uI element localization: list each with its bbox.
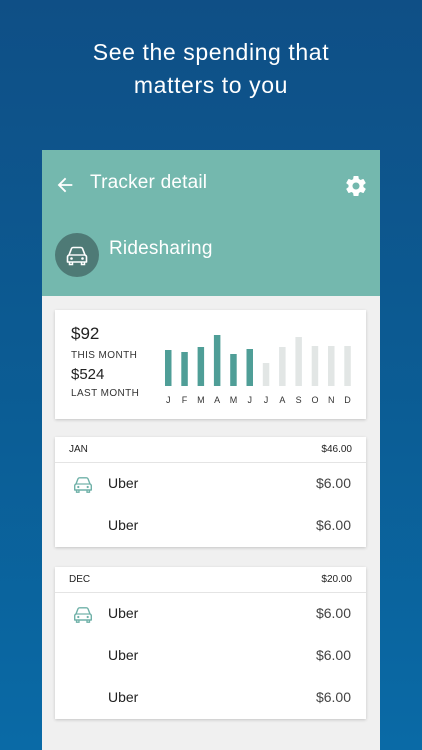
month-tick-label: M [197, 395, 205, 405]
group-month: JAN [69, 444, 88, 455]
month-tick-label: S [296, 395, 302, 405]
merchant-name: Uber [108, 647, 139, 663]
last-month-amount: $524 [71, 366, 105, 383]
car-icon [74, 607, 92, 623]
group-total: $20.00 [321, 574, 352, 585]
bar-4 [230, 354, 237, 386]
month-tick-label: D [344, 395, 351, 405]
car-icon [66, 246, 88, 266]
month-tick-label: J [264, 395, 269, 405]
app-bar: Tracker detail Ridesharing [42, 150, 380, 296]
settings-gear-icon[interactable] [344, 174, 368, 198]
bar-2 [197, 347, 205, 386]
this-month-amount: $92 [71, 324, 100, 343]
transaction-group-dec: DEC $20.00 Uber $6.00 Uber $6.00 Uber $6.00 [55, 567, 366, 719]
spending-summary-card[interactable]: $92 THIS MONTH $524 LAST MONTH JFMAMJJAS… [55, 310, 366, 419]
group-total: $46.00 [321, 444, 352, 455]
headline-line-1: See the spending that [92, 39, 330, 65]
bar-7 [279, 347, 286, 386]
month-tick-label: A [214, 395, 220, 405]
transaction-group-jan: JAN $46.00 Uber $6.00 Uber $6.00 [55, 437, 366, 547]
promo-headline: See the spending that matters to you [0, 36, 422, 102]
transaction-row[interactable]: Uber $6.00 [55, 463, 366, 505]
app-screen: Tracker detail Ridesharing $92 THIS MONT… [42, 150, 380, 750]
transaction-row[interactable]: Uber $6.00 [55, 635, 366, 677]
bar-0 [165, 350, 172, 386]
bar-3 [213, 335, 221, 386]
headline-line-2: matters to you [133, 72, 289, 98]
transaction-row[interactable]: Uber $6.00 [55, 677, 366, 719]
page-title: Tracker detail [90, 172, 208, 193]
merchant-name: Uber [108, 517, 139, 533]
bar-10 [328, 346, 335, 386]
merchant-name: Uber [108, 605, 139, 621]
monthly-spending-chart: JFMAMJJASOND [165, 335, 351, 405]
back-arrow-icon[interactable] [54, 174, 76, 196]
this-month-label: THIS MONTH [71, 350, 138, 361]
bar-8 [295, 337, 302, 386]
transaction-amount: $6.00 [315, 517, 351, 533]
month-tick-label: N [328, 395, 335, 405]
category-title: Ridesharing [109, 238, 213, 259]
merchant-name: Uber [108, 689, 139, 705]
last-month-label: LAST MONTH [71, 388, 140, 399]
bar-5 [246, 349, 253, 386]
transaction-amount: $6.00 [315, 689, 351, 705]
transaction-amount: $6.00 [315, 605, 351, 621]
bar-9 [311, 346, 319, 386]
bar-6 [262, 363, 270, 386]
month-tick-label: F [182, 395, 188, 405]
month-tick-label: M [230, 395, 238, 405]
transaction-amount: $6.00 [315, 475, 351, 491]
group-header: DEC $20.00 [55, 567, 366, 593]
transaction-row[interactable]: Uber $6.00 [55, 505, 366, 547]
month-tick-label: O [311, 395, 318, 405]
bar-1 [181, 352, 188, 386]
month-tick-label: J [166, 395, 171, 405]
car-icon [74, 477, 92, 493]
month-tick-label: J [248, 395, 253, 405]
transaction-amount: $6.00 [315, 647, 351, 663]
group-header: JAN $46.00 [55, 437, 366, 463]
group-month: DEC [69, 574, 91, 585]
merchant-name: Uber [108, 475, 139, 491]
category-icon-badge [55, 233, 99, 277]
transaction-row[interactable]: Uber $6.00 [55, 593, 366, 635]
bar-11 [344, 346, 351, 386]
month-tick-label: A [279, 395, 285, 405]
